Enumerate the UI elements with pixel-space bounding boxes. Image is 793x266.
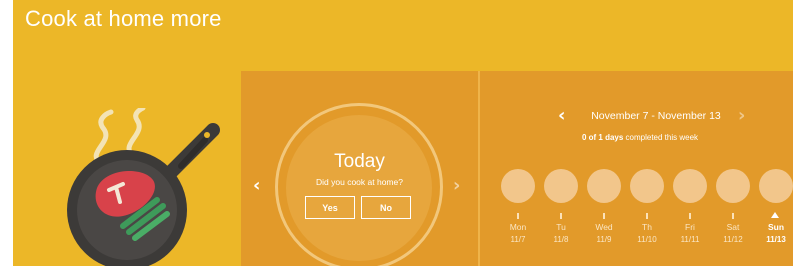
- today-question: Did you cook at home?: [316, 177, 403, 187]
- day-wed[interactable]: Wed 11/9: [585, 169, 623, 266]
- yes-button[interactable]: Yes: [305, 196, 355, 219]
- day-marker: [732, 213, 734, 219]
- week-range: November 7 - November 13: [591, 110, 721, 122]
- current-day-marker-icon: [771, 212, 779, 218]
- day-circle[interactable]: [544, 169, 578, 203]
- day-sat[interactable]: Sat 11/12: [714, 169, 752, 266]
- day-tu[interactable]: Tu 11/8: [542, 169, 580, 266]
- frying-pan-with-steak-icon: [67, 108, 220, 266]
- week-completed-count: 0 of 1 days: [581, 133, 624, 142]
- day-marker: [517, 213, 519, 219]
- day-circle[interactable]: [673, 169, 707, 203]
- week-next-arrow-icon[interactable]: ›: [738, 105, 745, 126]
- day-marker: [560, 213, 562, 219]
- day-circle[interactable]: [630, 169, 664, 203]
- day-sun[interactable]: Sun 11/13: [757, 169, 793, 266]
- day-circle[interactable]: [716, 169, 750, 203]
- day-name: Sun: [767, 222, 785, 232]
- day-circle[interactable]: [501, 169, 535, 203]
- week-summary: 0 of 1 days completed this week: [520, 133, 760, 142]
- day-fri[interactable]: Fri 11/11: [671, 169, 709, 266]
- week-completed-suffix: completed this week: [625, 133, 699, 142]
- day-mon[interactable]: Mon 11/7: [499, 169, 537, 266]
- day-circle[interactable]: [759, 169, 793, 203]
- today-title: Today: [334, 151, 385, 172]
- habit-title: Cook at home more: [25, 6, 222, 31]
- no-button[interactable]: No: [361, 196, 411, 219]
- habit-card: Cook at home more ‹ › Today Did you cook…: [13, 0, 793, 266]
- day-date: 11/13: [766, 235, 786, 244]
- day-circle[interactable]: [587, 169, 621, 203]
- week-panel: ‹ November 7 - November 13 › 0 of 1 days…: [480, 71, 793, 266]
- day-marker: [603, 213, 605, 219]
- week-prev-arrow-icon[interactable]: ‹: [558, 105, 565, 126]
- day-th[interactable]: Th 11/10: [628, 169, 666, 266]
- day-marker: [646, 213, 648, 219]
- today-panel: ‹ › Today Did you cook at home? Yes No: [241, 71, 478, 266]
- day-marker: [689, 213, 691, 219]
